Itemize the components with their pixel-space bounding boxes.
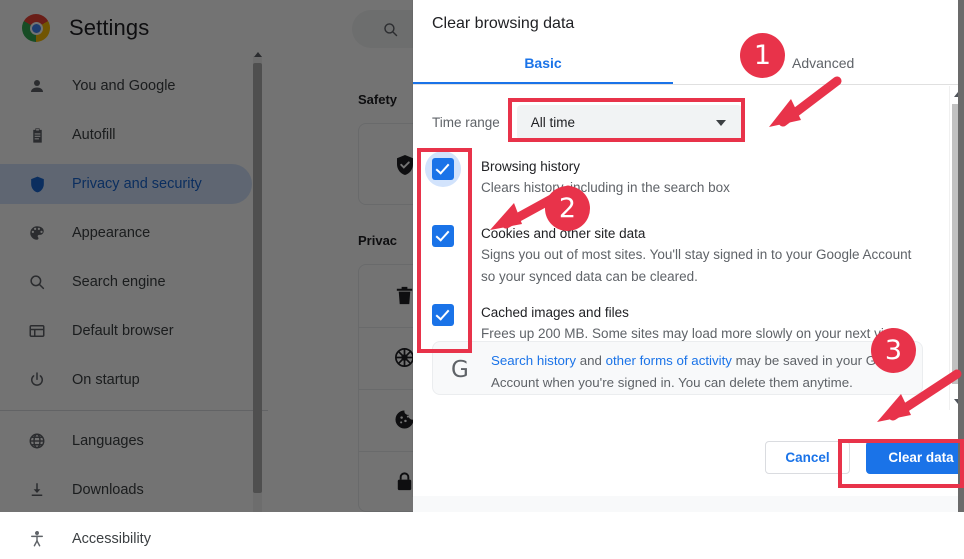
highlight-box-checkboxes (417, 148, 472, 353)
option-title: Browsing history (481, 159, 581, 174)
step-badge-1: 1 (740, 33, 785, 78)
page-bottom-strip (413, 496, 958, 512)
accessibility-icon (26, 528, 48, 550)
annotation-arrow-1 (769, 76, 842, 127)
highlight-box-clear-data (838, 439, 964, 488)
option-description: Signs you out of most sites. You'll stay… (481, 247, 912, 284)
time-range-label: Time range (432, 115, 500, 130)
dialog-tabs: Basic Advanced (413, 47, 964, 85)
google-account-notice-text: Search history and other forms of activi… (491, 350, 911, 394)
tab-active-indicator (413, 82, 673, 84)
notice-mid: and (576, 353, 606, 368)
step-badge-2: 2 (545, 186, 590, 231)
sidebar-item-label: Accessibility (72, 531, 151, 547)
google-g-icon: G (451, 357, 469, 383)
google-account-notice: G Search history and other forms of acti… (432, 341, 923, 395)
tab-basic[interactable]: Basic (413, 55, 673, 71)
page-right-edge-strip (958, 0, 964, 512)
step-badge-3: 3 (871, 328, 916, 373)
search-history-link[interactable]: Search history (491, 353, 576, 368)
tab-advanced[interactable]: Advanced (673, 55, 964, 71)
option-text: Cached images and files Frees up 200 MB.… (481, 304, 922, 345)
other-forms-of-activity-link[interactable]: other forms of activity (606, 353, 732, 368)
dialog-title: Clear browsing data (432, 15, 575, 32)
option-cached-images-and-files[interactable]: Cached images and files Frees up 200 MB.… (432, 304, 922, 345)
sidebar-item-accessibility[interactable]: Accessibility (0, 519, 252, 559)
option-title: Cached images and files (481, 305, 629, 320)
annotation-arrow-3 (877, 369, 962, 422)
highlight-box-time-range (508, 98, 745, 142)
